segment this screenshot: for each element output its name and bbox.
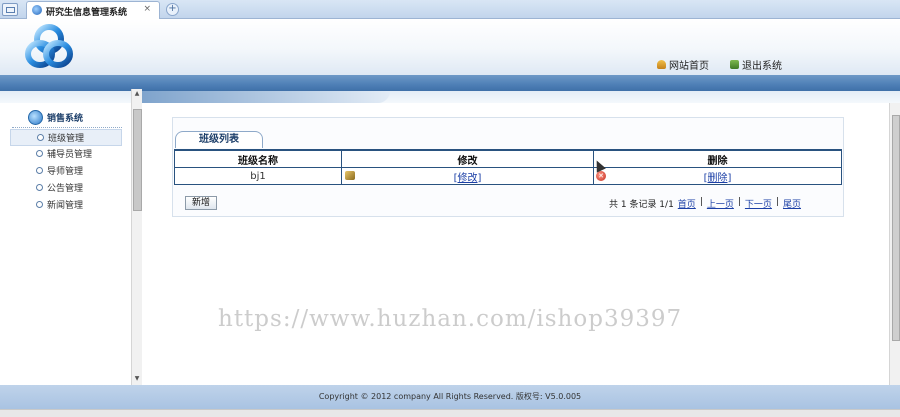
- pager-last-link[interactable]: 尾页: [783, 197, 801, 210]
- nav-logout-link[interactable]: 退出系统: [730, 57, 782, 72]
- edit-link[interactable]: [修改]: [454, 173, 482, 184]
- nav-home-label: 网站首页: [669, 61, 709, 72]
- logout-icon: [730, 60, 739, 69]
- close-tab-icon[interactable]: ×: [143, 4, 151, 14]
- bullet-icon: [36, 201, 43, 208]
- class-name-cell: bj1: [174, 167, 342, 185]
- delete-link[interactable]: [删除]: [704, 173, 732, 184]
- sidebar: 销售系统 班级管理 辅导员管理 导师管理 公告管理 新闻管理: [0, 103, 133, 385]
- pager: 共 1 条记录 1/1 首页 | 上一页 | 下一页 | 尾页: [609, 197, 801, 210]
- sidebar-header: 销售系统: [12, 107, 122, 128]
- new-tab-icon[interactable]: +: [166, 3, 179, 16]
- footer: Copyright © 2012 company All Rights Rese…: [0, 385, 900, 409]
- sidebar-item-supervisor[interactable]: 导师管理: [10, 163, 120, 178]
- favicon-icon: [32, 5, 42, 15]
- sidebar-item-label: 公告管理: [47, 184, 84, 194]
- watermark-text: https://www.huzhan.com/ishop39397: [218, 306, 683, 332]
- sidebar-title: 销售系统: [47, 113, 84, 124]
- logo-icon: [25, 24, 73, 68]
- delete-cell: ✕ [删除]: [593, 167, 842, 185]
- column-header-class-name: 班级名称: [174, 149, 342, 168]
- header-band-curve: [140, 91, 390, 103]
- main-scrollbar[interactable]: [889, 103, 900, 385]
- sidebar-item-label: 导师管理: [47, 167, 84, 177]
- sidebar-item-news[interactable]: 新闻管理: [10, 197, 120, 212]
- pager-next-link[interactable]: 下一页: [745, 197, 772, 210]
- column-header-edit: 修改: [341, 149, 594, 168]
- browser-tab[interactable]: 研究生信息管理系统 ×: [26, 1, 160, 19]
- sidebar-item-label: 辅导员管理: [47, 150, 93, 160]
- sidebar-item-label: 班级管理: [48, 134, 85, 144]
- sidebar-item-class[interactable]: 班级管理: [10, 129, 122, 146]
- pager-separator: |: [699, 197, 703, 207]
- footer-copyright: Copyright © 2012 company All Rights Rese…: [318, 392, 582, 401]
- bullet-icon: [36, 150, 43, 157]
- app-header: 网站首页 退出系统: [0, 19, 900, 75]
- class-table: 班级名称 修改 删除 bj1 [修改] ✕ [删除]: [174, 149, 842, 185]
- pager-separator: |: [737, 197, 741, 207]
- tab-list-icon[interactable]: [2, 3, 18, 16]
- table-header-row: 班级名称 修改 删除: [174, 149, 842, 168]
- pager-prev-link[interactable]: 上一页: [707, 197, 734, 210]
- delete-icon: ✕: [596, 171, 606, 181]
- bullet-icon: [36, 184, 43, 191]
- main-content: 班级列表 班级名称 修改 删除 bj1 [修改] ✕ [删除] 新增 共 1 条…: [142, 103, 888, 385]
- main-scroll-thumb[interactable]: [892, 115, 900, 341]
- column-header-delete: 删除: [593, 149, 842, 168]
- nav-home-link[interactable]: 网站首页: [657, 57, 709, 72]
- nav-logout-label: 退出系统: [742, 61, 782, 72]
- pager-separator: |: [775, 197, 779, 207]
- home-icon: [657, 60, 666, 69]
- sidebar-item-label: 新闻管理: [47, 201, 84, 211]
- scroll-down-icon[interactable]: ▼: [133, 375, 141, 383]
- tab-class-list[interactable]: 班级列表: [175, 131, 263, 148]
- bullet-icon: [37, 134, 44, 141]
- sidebar-item-notice[interactable]: 公告管理: [10, 180, 120, 195]
- table-row: bj1 [修改] ✕ [删除]: [174, 167, 842, 185]
- system-icon: [28, 109, 43, 125]
- browser-tab-title: 研究生信息管理系统: [46, 8, 128, 18]
- scroll-up-icon[interactable]: ▲: [133, 90, 141, 98]
- sidebar-scroll-thumb[interactable]: [133, 109, 142, 211]
- bullet-icon: [36, 167, 43, 174]
- pager-first-link[interactable]: 首页: [678, 197, 696, 210]
- edit-cell: [修改]: [341, 167, 594, 185]
- add-button[interactable]: 新增: [185, 196, 217, 210]
- sidebar-item-counselor[interactable]: 辅导员管理: [10, 146, 120, 161]
- browser-tabstrip: 研究生信息管理系统 × +: [0, 0, 900, 19]
- class-list-panel: 班级列表 班级名称 修改 删除 bj1 [修改] ✕ [删除] 新增 共 1 条…: [172, 117, 844, 217]
- edit-icon: [345, 171, 355, 180]
- pager-summary: 共 1 条记录 1/1: [609, 200, 674, 210]
- sidebar-scrollbar[interactable]: ▲ ▼: [131, 89, 142, 385]
